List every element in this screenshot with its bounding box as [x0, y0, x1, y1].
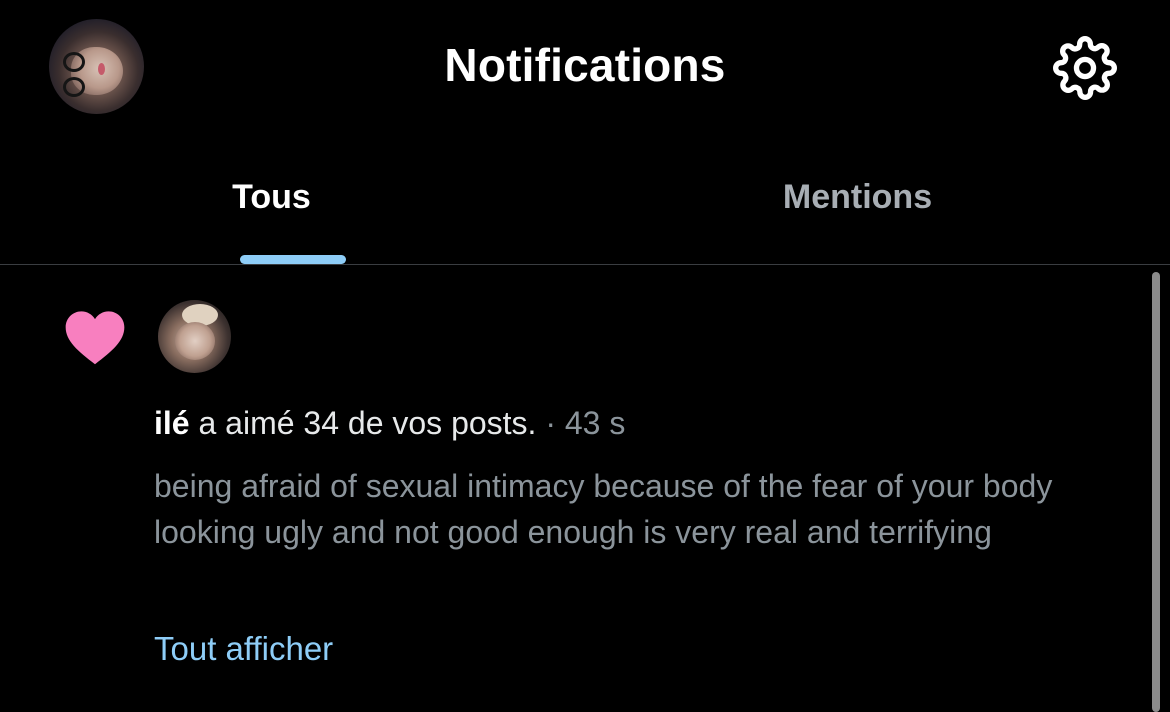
tab-tous[interactable]: Tous: [0, 135, 564, 264]
active-tab-indicator: [240, 255, 346, 264]
scrollbar[interactable]: [1152, 272, 1160, 712]
tab-bar: Tous Mentions: [0, 135, 1170, 264]
page-title: Notifications: [444, 39, 726, 91]
like-notification[interactable]: ilé a aimé 34 de vos posts. · 43 s being…: [0, 265, 1140, 702]
timestamp: 43 s: [564, 405, 626, 441]
top-bar: Notifications: [0, 0, 1170, 135]
separator-dot: ·: [536, 405, 565, 441]
liker-avatar[interactable]: [158, 300, 231, 373]
post-preview-text: being afraid of sexual intimacy because …: [154, 468, 1053, 550]
tab-tous-label: Tous: [232, 178, 311, 216]
user-name[interactable]: ilé: [154, 405, 190, 441]
tab-mentions[interactable]: Mentions: [565, 135, 1150, 264]
notification-summary: ilé a aimé 34 de vos posts. · 43 s: [154, 405, 625, 442]
tab-mentions-label: Mentions: [782, 178, 933, 216]
show-all-link[interactable]: Tout afficher: [154, 630, 333, 668]
action-text: a aimé 34 de vos posts.: [189, 405, 537, 441]
gear-icon[interactable]: [1053, 36, 1117, 100]
liker-avatar-face: [175, 322, 215, 360]
heart-icon: [65, 311, 125, 365]
